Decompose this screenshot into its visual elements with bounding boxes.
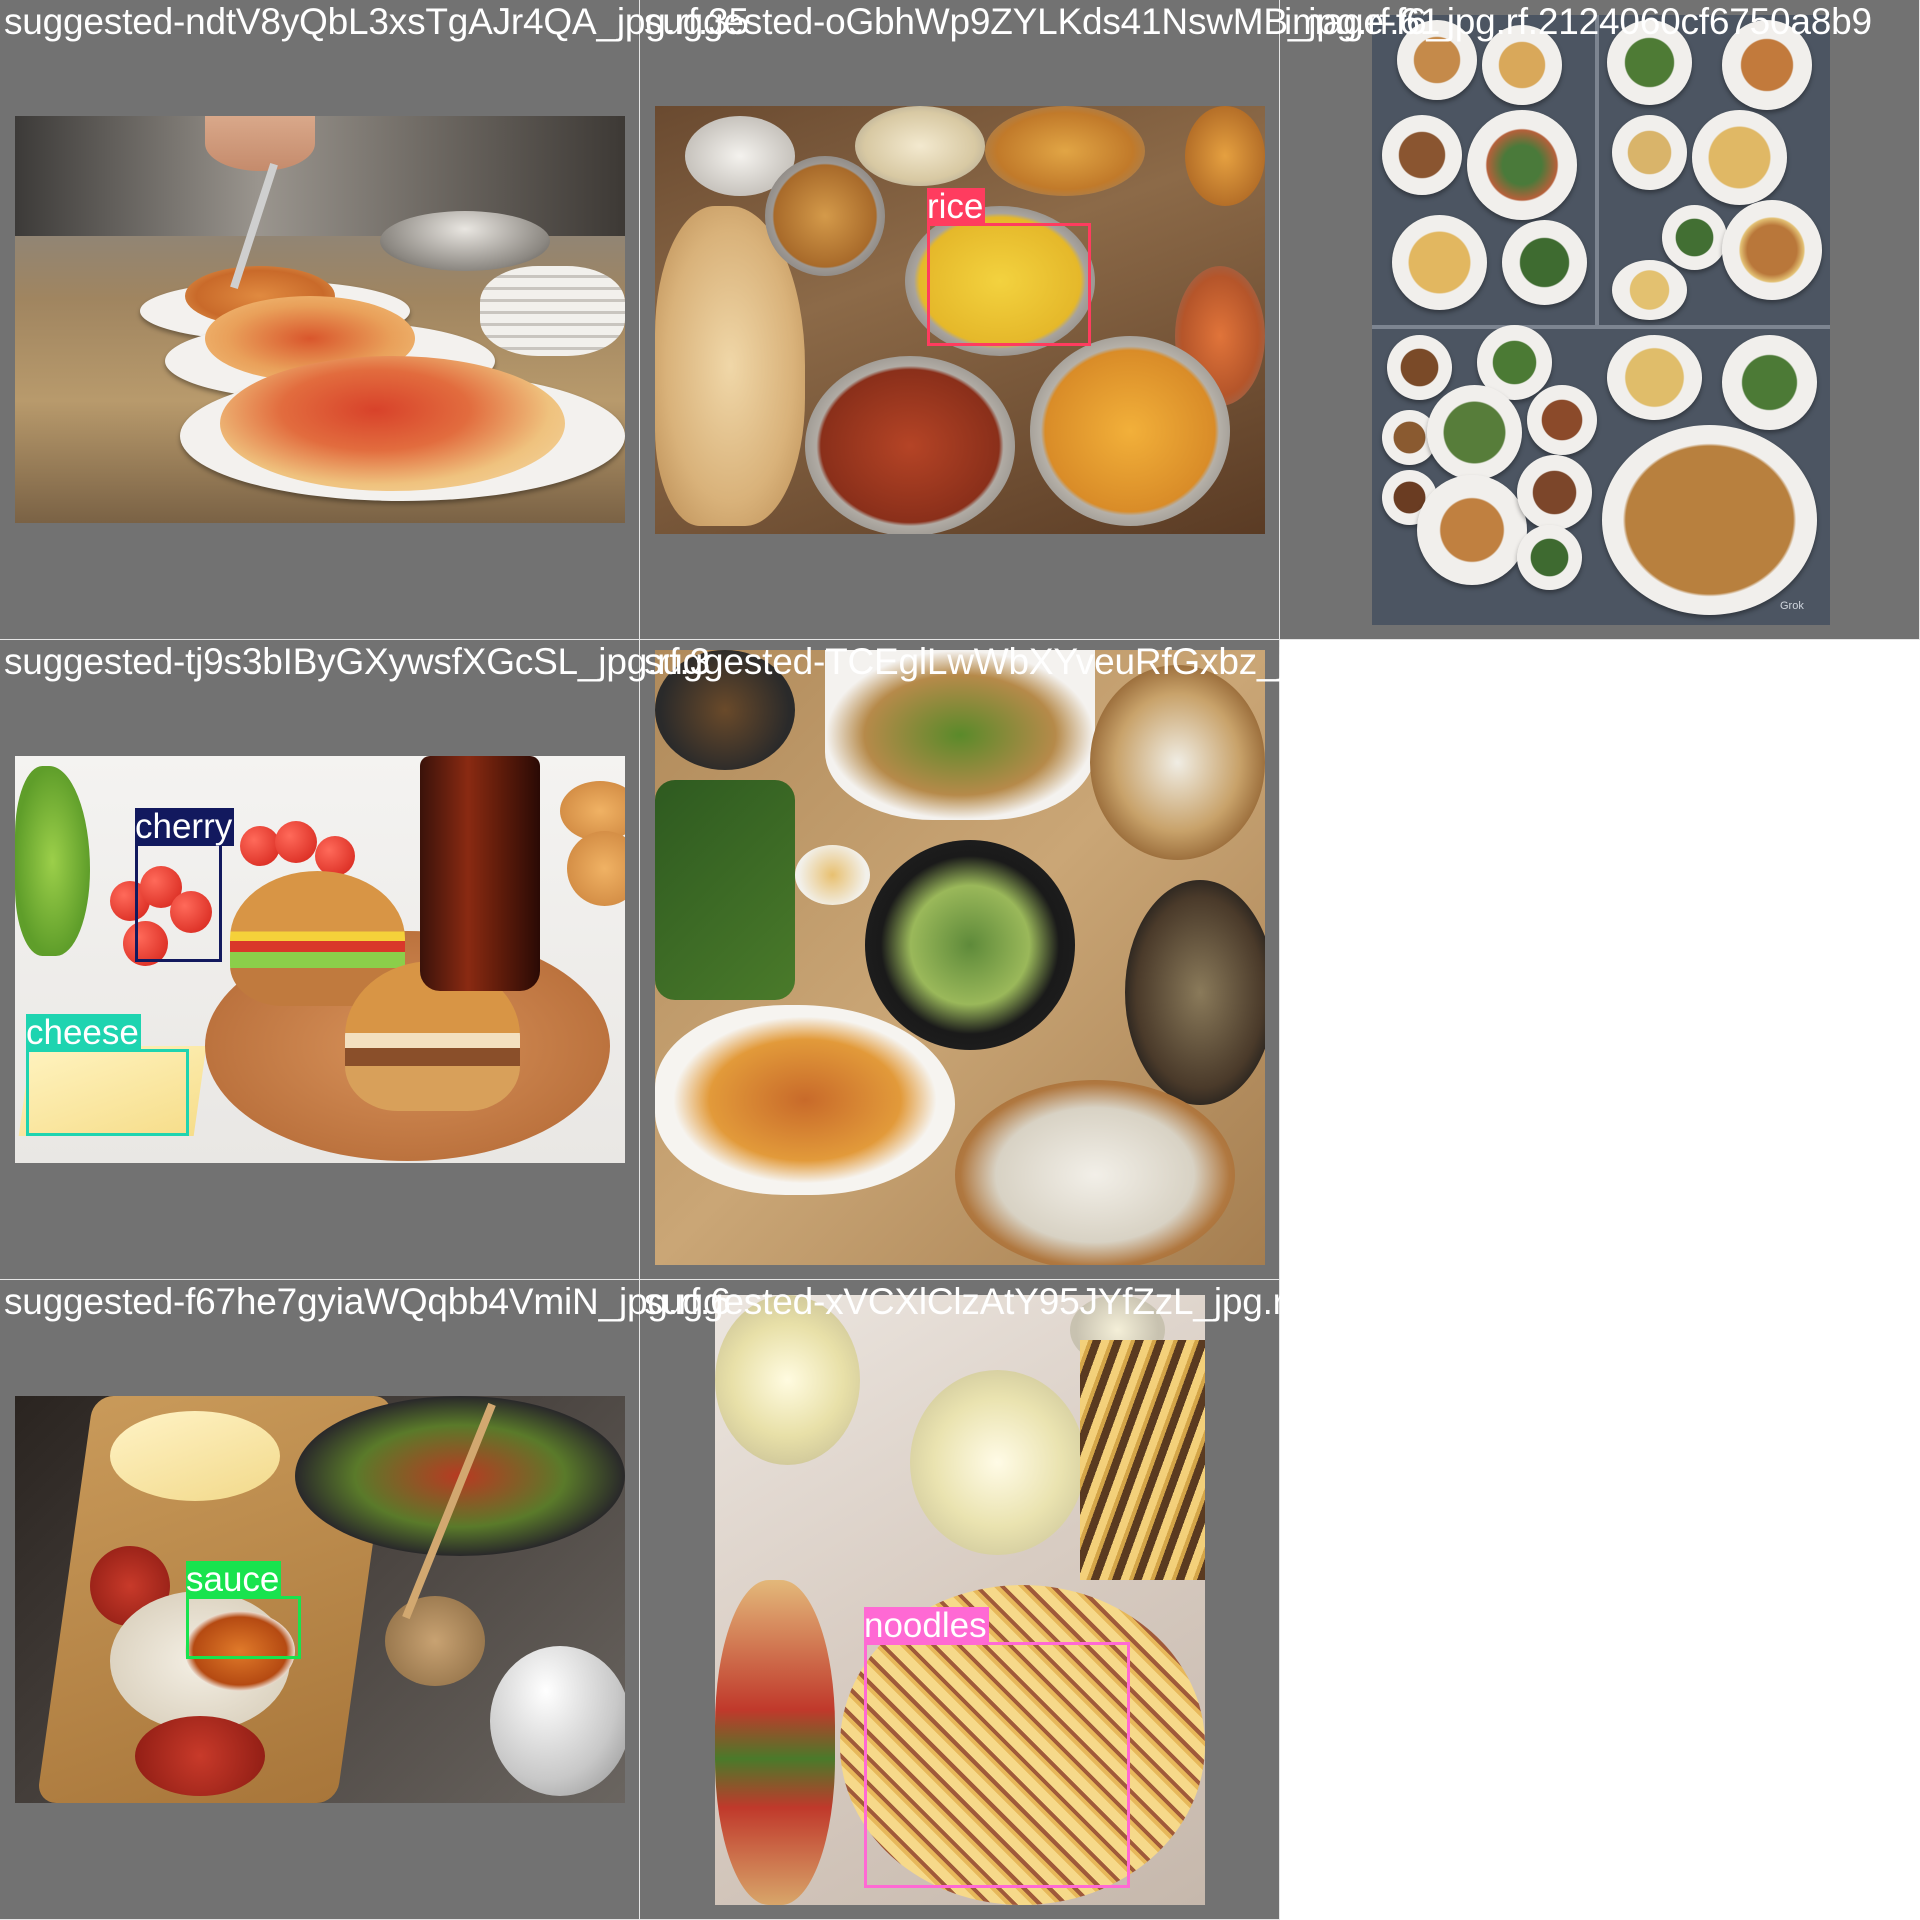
bounding-box-noodles[interactable]: noodles — [864, 1607, 1130, 1888]
plate — [1722, 200, 1822, 300]
plate — [1692, 110, 1787, 205]
plate — [1417, 475, 1527, 585]
grid-tile-5[interactable]: suggested-TCEglLwWbXYveuRfGxbz_jpg.rf.17 — [640, 640, 1409, 1280]
soup-bowl — [1125, 880, 1265, 1105]
sauce-cup — [795, 845, 870, 905]
plate — [1467, 110, 1577, 220]
fries-tray — [1080, 1340, 1205, 1580]
cola-glass — [420, 756, 540, 991]
spaghetti — [220, 356, 565, 491]
tile-photo — [15, 116, 625, 523]
plate — [1527, 385, 1597, 455]
steel-bowl — [380, 211, 550, 271]
plate — [1607, 335, 1702, 420]
curry-bowl — [1030, 336, 1230, 526]
bounding-box-cherry[interactable]: cherry — [135, 808, 235, 962]
plate-stack — [480, 266, 625, 356]
tile-filename: suggested-f67he7gyiaWQqbb4VmiN_jpg.rf.6 — [4, 1281, 731, 1322]
rice-bowl — [955, 1080, 1235, 1265]
bounding-box-sauce[interactable]: sauce — [186, 1561, 301, 1659]
grid-tile-3[interactable]: Grok image-f6_jpg.rf.2124060cf6750a8b9 — [1280, 0, 1920, 640]
bbox-label: cherry — [135, 807, 235, 846]
tile-filename: suggested-ndtV8yQbL3xsTgAJr4QA_jpg.rf.35 — [4, 1, 749, 42]
wooden-bowl — [1090, 665, 1265, 860]
tile-filename: image-f6_jpg.rf.2124060cf6750a8b9 — [1284, 1, 1872, 42]
bounding-box-cheese[interactable]: cheese — [26, 1014, 189, 1136]
plate — [1427, 385, 1522, 480]
plate — [1517, 455, 1592, 530]
cherry-tomato — [275, 821, 317, 863]
plate — [1662, 205, 1727, 270]
tile-filename: suggested-tj9s3bIByGXywsfXGcSL_jpg.rf.3 — [4, 641, 710, 682]
tile-filename: suggested-TCEglLwWbXYveuRfGxbz_jpg.rf.17 — [644, 641, 1410, 682]
white-platter — [655, 1005, 955, 1195]
tile-filename: suggested-xVCXlClzAtY95JYfZzL_jpg.rf.73 — [644, 1281, 1346, 1322]
tile-photo — [15, 1396, 625, 1803]
lettuce — [15, 766, 90, 956]
tile-photo — [655, 650, 1265, 1265]
plate — [1502, 220, 1587, 305]
plate — [1517, 525, 1582, 590]
onion-bowl — [855, 106, 985, 186]
hand — [205, 116, 315, 171]
bbox-label: sauce — [186, 1560, 282, 1599]
curry-bowl — [985, 106, 1145, 196]
bbox-label: cheese — [26, 1013, 141, 1052]
cork — [385, 1596, 485, 1686]
plate — [1382, 115, 1462, 195]
curry-bowl — [765, 156, 885, 276]
hot-dog — [715, 1580, 835, 1905]
collage-divider — [1372, 325, 1830, 329]
plate — [1612, 115, 1687, 190]
cherry-tomato — [315, 836, 355, 876]
curry-bowl — [805, 356, 1015, 534]
grid-tile-2[interactable]: rice suggested-oGbhWp9ZYLKds41NswMB_jpg.… — [640, 0, 1440, 640]
salad-plate — [865, 840, 1075, 1050]
plate — [1602, 425, 1817, 615]
bounding-box-rice[interactable]: rice — [927, 188, 1091, 346]
plate — [1392, 215, 1487, 310]
banana-leaf — [655, 780, 795, 1000]
bbox-label: noodles — [864, 1606, 989, 1645]
grid-tile-4[interactable]: cherry cheese suggested-tj9s3bIByGXywsfX… — [0, 640, 710, 1280]
curry-bowl — [1185, 106, 1265, 206]
grid-tile-7[interactable]: noodles suggested-xVCXlClzAtY95JYfZzL_jp… — [640, 1280, 1346, 1920]
grid-tile-6[interactable]: sauce suggested-f67he7gyiaWQqbb4VmiN_jpg… — [0, 1280, 731, 1920]
lemonade-glass — [910, 1370, 1085, 1555]
plate — [1612, 260, 1687, 320]
plate — [1722, 335, 1817, 430]
grid-tile-1[interactable]: suggested-ndtV8yQbL3xsTgAJr4QA_jpg.rf.35 — [0, 0, 749, 640]
white-pot — [490, 1646, 625, 1796]
cherry-tomato — [240, 826, 280, 866]
tile-photo: Grok — [1372, 15, 1830, 625]
collage-divider — [1595, 15, 1599, 325]
watermark: Grok — [1780, 600, 1804, 612]
plate — [1387, 335, 1452, 400]
burger-bun — [567, 831, 625, 906]
kitchen-background — [15, 116, 625, 236]
salami — [135, 1716, 265, 1796]
cheese-wedges — [110, 1411, 280, 1501]
bbox-label: rice — [927, 187, 986, 226]
image-grid: suggested-ndtV8yQbL3xsTgAJr4QA_jpg.rf.35… — [0, 0, 1920, 1920]
